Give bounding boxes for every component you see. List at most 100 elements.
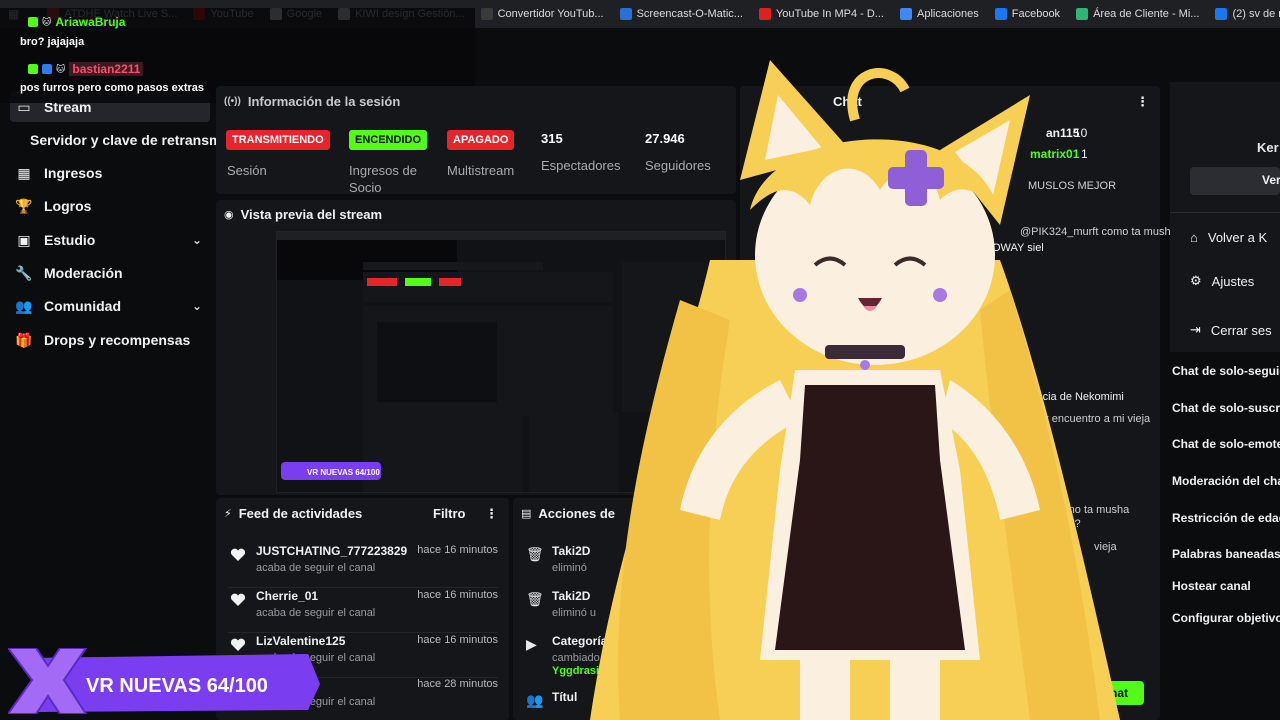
vr-progress-badge: VR NUEVAS 64/100 xyxy=(8,648,320,714)
chat-setting-followers-only[interactable]: Chat de solo-seguid xyxy=(1172,364,1280,378)
sidebar-item-stream-key[interactable]: Servidor y clave de retransm xyxy=(30,132,221,148)
session-title-text: Información de la sesión xyxy=(247,94,401,109)
feed-username[interactable]: Cherrie_01 xyxy=(256,589,318,603)
feed-action-text: acaba de seguir el canal xyxy=(256,607,376,619)
sidebar-item-label: Logros xyxy=(44,198,92,214)
sidebar-item-label: Ingresos xyxy=(44,165,103,181)
sidebar-item-label: Drops y recompensas xyxy=(44,332,191,348)
signal-icon: ((•)) xyxy=(224,96,241,107)
feed-username[interactable]: LizValentine125 xyxy=(256,634,345,648)
sidebar-item-drops[interactable]: 🎁 Drops y recompensas xyxy=(10,325,210,355)
status-label-partner: Ingresos de Socio xyxy=(349,163,417,195)
overlay-username: AriawaBruja xyxy=(55,15,126,29)
bookmark-favicon-icon xyxy=(1076,8,1089,20)
sub-badge-icon xyxy=(42,64,52,74)
income-icon: ▦ xyxy=(17,164,31,181)
session-info-title: ((•)) Información de la sesión xyxy=(224,94,400,109)
trash-icon: 🗑 xyxy=(526,546,544,562)
status-badge-session: TRANSMITIENDO xyxy=(226,130,330,150)
overlay-chat-user: 🐱 bastian2211 xyxy=(28,62,144,76)
bookmark-item[interactable]: Área de Cliente - Mi... xyxy=(1076,8,1199,20)
status-badge-multistream: APAGADO xyxy=(447,130,515,150)
user-menu-panel xyxy=(1170,82,1280,352)
configure-goal-button[interactable]: Configurar objetivo xyxy=(1172,611,1280,625)
bookmark-item[interactable]: Aplicaciones xyxy=(899,8,979,20)
feed-timestamp: hace 28 minutos xyxy=(417,678,498,690)
status-badge-partner: ENCENDIDO xyxy=(349,130,428,150)
bookmark-label: Aplicaciones xyxy=(916,8,979,20)
feed-timestamp: hace 16 minutos xyxy=(417,544,498,556)
drops-icon: 🎁 xyxy=(15,331,33,348)
chat-setting-age-restriction[interactable]: Restricción de edad xyxy=(1172,511,1280,525)
trophy-icon: 🏆 xyxy=(15,197,33,214)
studio-icon: ▣ xyxy=(17,231,31,248)
sidebar-item-label: Comunidad xyxy=(44,298,121,314)
bookmark-item[interactable]: Convertidor YouTub... xyxy=(480,8,604,20)
kick-badge-icon xyxy=(28,17,38,27)
bookmark-favicon-icon xyxy=(619,8,632,20)
overlay-message: pos furros pero como pasos extras xyxy=(20,82,204,94)
menu-item-back[interactable]: ⌂ Volver a K xyxy=(1190,230,1267,245)
bookmark-label: Convertidor YouTub... xyxy=(497,8,604,20)
chevron-down-icon: ⌄ xyxy=(191,233,202,247)
status-label-session: Sesión xyxy=(227,163,267,178)
gear-icon: ⚙ xyxy=(1190,273,1202,288)
chevron-down-icon: ⌄ xyxy=(191,299,202,313)
overlay-chat-user: 🐱 AriawaBruja xyxy=(28,15,125,29)
bookmark-label: Screencast-O-Matic... xyxy=(636,8,743,20)
sidebar-item-label: Moderación xyxy=(44,265,123,281)
menu-item-label: Ajustes xyxy=(1211,273,1255,289)
kebab-menu-icon[interactable]: ⋮ xyxy=(485,506,498,522)
feed-row: Cherrie_01 acaba de seguir el canal hace… xyxy=(228,589,498,633)
menu-item-logout[interactable]: ⇥ Cerrar ses xyxy=(1190,322,1272,338)
cat-badge-icon: 🐱 xyxy=(56,63,66,74)
host-channel-button[interactable]: Hostear canal xyxy=(1172,579,1251,593)
chat-setting-subs-only[interactable]: Chat de solo-suscri xyxy=(1172,401,1280,415)
sidebar-item-comunidad[interactable]: 👥 Comunidad ⌄ xyxy=(10,291,210,321)
bookmark-favicon-icon xyxy=(758,8,771,20)
stream-preview-title: ◉ Vista previa del stream xyxy=(224,207,382,222)
kick-badge-icon xyxy=(28,64,38,74)
bookmark-item[interactable]: Facebook xyxy=(994,8,1061,20)
play-box-icon: ▶ xyxy=(526,636,537,652)
bookmark-label: Facebook xyxy=(1011,8,1061,20)
chat-setting-banned-words[interactable]: Palabras baneadas xyxy=(1172,547,1280,561)
chat-setting-moderation[interactable]: Moderación del cha xyxy=(1172,474,1280,488)
screen: ▦ ATDHE Watch Live S...YouTubeGoogleKIWI… xyxy=(0,0,1280,720)
feed-timestamp: hace 16 minutos xyxy=(417,589,498,601)
eye-icon: ◉ xyxy=(224,209,234,221)
bookmark-favicon-icon xyxy=(1215,8,1228,20)
bookmark-favicon-icon xyxy=(994,8,1007,20)
sidebar-item-moderacion[interactable]: 🔧 Moderación xyxy=(10,258,210,288)
feed-row: JUSTCHATING_777223829 acaba de seguir el… xyxy=(228,544,498,588)
bolt-icon: ⚡ xyxy=(224,508,232,520)
list-icon: ▤ xyxy=(521,508,532,520)
sidebar-item-label: Estudio xyxy=(44,232,96,248)
vtuber-avatar-image xyxy=(590,60,1120,720)
sidebar-item-estudio[interactable]: ▣ Estudio ⌄ xyxy=(10,225,210,255)
view-channel-button[interactable]: Ver xyxy=(1190,167,1280,195)
overlay-message: bro? jajajaja xyxy=(20,36,85,48)
sidebar-item-logros[interactable]: 🏆 Logros xyxy=(10,191,210,221)
logout-icon: ⇥ xyxy=(1190,322,1201,337)
heart-icon xyxy=(230,593,246,606)
view-channel-label: Ver xyxy=(1262,173,1280,187)
bookmark-item[interactable]: YouTube In MP4 - D... xyxy=(758,8,884,20)
bookmark-favicon-icon xyxy=(480,8,493,20)
preview-title-text: Vista previa del stream xyxy=(240,207,383,222)
community-icon: 👥 xyxy=(15,297,33,314)
divider xyxy=(1170,212,1280,213)
menu-item-settings[interactable]: ⚙ Ajustes xyxy=(1190,273,1254,289)
feed-filter-button[interactable]: Filtro xyxy=(433,506,466,521)
sidebar-item-ingresos[interactable]: ▦ Ingresos xyxy=(10,158,210,188)
bookmark-item[interactable]: Screencast-O-Matic... xyxy=(619,8,743,20)
people-icon: 👥 xyxy=(526,692,544,708)
menu-item-label: Cerrar ses xyxy=(1210,322,1272,338)
bookmark-item[interactable]: (2) sv de minecraft... xyxy=(1215,8,1280,20)
feed-title-text: Feed de actividades xyxy=(238,506,363,521)
vr-badge-text: VR NUEVAS 64/100 xyxy=(86,675,268,697)
bookmark-label: (2) sv de minecraft... xyxy=(1232,8,1280,20)
feed-username[interactable]: JUSTCHATING_777223829 xyxy=(256,544,407,558)
bookmark-label: YouTube In MP4 - D... xyxy=(775,8,884,20)
chat-setting-emotes-only[interactable]: Chat de solo-emote xyxy=(1172,437,1280,451)
